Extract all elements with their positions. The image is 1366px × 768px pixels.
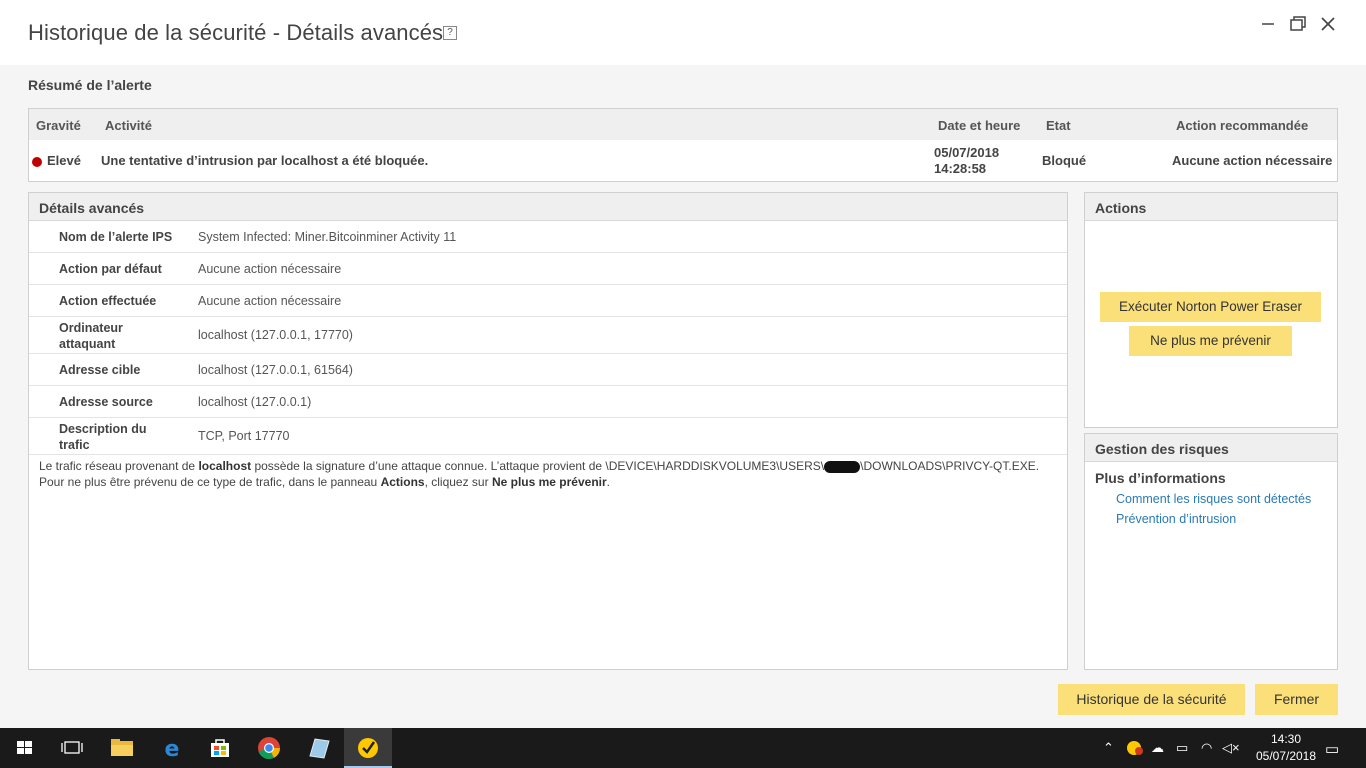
description-dont-warn-ref: Ne plus me prévenir [491,475,607,489]
more-info-title: Plus d’informations [1095,470,1226,486]
minimize-button[interactable] [1256,12,1280,36]
detail-label: Description du trafic [59,422,147,452]
col-severity: Gravité [36,118,81,133]
detail-label: Adresse cible [59,363,141,377]
description-text: Le trafic réseau provenant de [39,459,199,473]
battery-icon[interactable]: ▭ [1176,740,1188,756]
alert-description: Le trafic réseau provenant de localhost … [29,455,1067,490]
state-value: Bloqué [1042,153,1087,168]
close-window-button[interactable]: Fermer [1255,684,1338,715]
detail-value: TCP, Port 17770 [198,429,290,443]
svg-text:e: e [165,737,180,762]
restore-icon [1290,16,1306,31]
time-value: 14:28:58 [934,161,987,176]
clock-time[interactable]: 14:30 [1248,732,1324,746]
security-history-button[interactable]: Historique de la sécurité [1058,684,1245,715]
edge-button[interactable]: e [148,728,196,768]
alert-summary-table: Gravité Activité Date et heure Etat Acti… [28,108,1338,182]
taskbar: e ⌃ ☁ ▭ ◠ ◁× 14:30 05/07/2018 ▭ [0,728,1366,768]
detail-row: Nom de l’alerte IPS System Infected: Min… [29,221,1067,253]
detail-value: System Infected: Miner.Bitcoinminer Acti… [198,230,457,244]
notifications-icon[interactable]: ▭ [1325,740,1339,758]
severity-value: Elevé [47,153,81,168]
window-title: Historique de la sécurité - Détails avan… [28,20,444,45]
alert-summary-title: Résumé de l’alerte [28,77,152,93]
description-text: possède la signature d’une attaque connu… [251,459,825,473]
advanced-details-title: Détails avancés [29,193,1067,221]
app-button[interactable] [295,728,343,768]
file-explorer-button[interactable] [98,728,146,768]
recommended-action-value: Aucune action nécessaire [1172,153,1333,168]
col-recommended-action: Action recommandée [1176,118,1309,133]
chrome-button[interactable] [245,728,293,768]
detail-value: localhost (127.0.0.1, 17770) [198,328,353,342]
description-text: , cliquez sur [424,475,492,489]
dont-warn-me-button[interactable]: Ne plus me prévenir [1129,326,1292,356]
help-button[interactable]: ? [443,26,457,40]
task-view-button[interactable] [48,728,96,768]
start-button[interactable] [0,728,48,768]
detail-row: Action par défaut Aucune action nécessai… [29,253,1067,285]
intrusion-prevention-link[interactable]: Prévention d’intrusion [1116,512,1236,526]
redacted-username [824,460,861,473]
detail-row: Action effectuée Aucune action nécessair… [29,285,1067,317]
norton-button[interactable] [344,728,392,768]
activity-value: Une tentative d’intrusion par localhost … [101,153,429,168]
advanced-details-panel: Détails avancés Nom de l’alerte IPS Syst… [28,192,1068,670]
close-button[interactable] [1316,12,1340,36]
maximize-button[interactable] [1286,12,1310,36]
norton-icon [358,738,378,758]
volume-muted-icon[interactable]: ◁× [1222,740,1240,756]
col-activity: Activité [105,118,152,133]
date-value: 05/07/2018 [934,145,1000,160]
wifi-icon[interactable]: ◠ [1201,740,1212,756]
detail-value: Aucune action nécessaire [198,294,342,308]
run-norton-power-eraser-button[interactable]: Exécuter Norton Power Eraser [1100,292,1321,322]
close-icon [1321,17,1335,31]
edge-icon: e [165,737,180,762]
description-actions-ref: Actions [380,475,425,489]
detail-label: Action effectuée [59,294,157,308]
detail-row: Ordinateur attaquant localhost (127.0.0.… [29,317,1067,354]
norton-tray-icon[interactable] [1126,740,1144,759]
alert-table-header: Gravité Activité Date et heure Etat Acti… [29,109,1337,140]
description-text: . [606,475,610,489]
detail-value: localhost (127.0.0.1, 61564) [198,363,353,377]
risk-management-panel: Gestion des risques Plus d’informations … [1084,433,1338,670]
chrome-icon [258,737,280,760]
show-hidden-icons-icon[interactable]: ⌃ [1103,740,1114,756]
detail-row: Description du trafic TCP, Port 17770 [29,418,1067,455]
col-state: Etat [1046,118,1071,133]
description-source: localhost [198,459,252,473]
detail-label: Action par défaut [59,262,162,276]
store-button[interactable] [196,728,244,768]
detail-label: Adresse source [59,395,153,409]
detail-label: Ordinateur attaquant [59,321,123,351]
main-area: Résumé de l’alerte Gravité Activité Date… [0,65,1366,728]
windows-icon [17,741,32,754]
store-icon [211,739,229,757]
detail-label: Nom de l’alerte IPS [59,230,173,244]
actions-panel: Actions Exécuter Norton Power Eraser Ne … [1084,192,1338,428]
actions-title: Actions [1085,193,1337,221]
risk-detection-link[interactable]: Comment les risques sont détectés [1116,492,1311,506]
detail-value: localhost (127.0.0.1) [198,395,312,409]
detail-value: Aucune action nécessaire [198,262,342,276]
task-view-icon [61,741,83,754]
onedrive-icon[interactable]: ☁ [1151,740,1164,756]
risk-management-title: Gestion des risques [1085,434,1337,462]
clock-date[interactable]: 05/07/2018 [1248,749,1324,763]
minimize-icon [1262,23,1274,25]
detail-row: Adresse cible localhost (127.0.0.1, 6156… [29,354,1067,386]
title-bar: Historique de la sécurité - Détails avan… [0,0,1366,65]
col-date: Date et heure [938,118,1021,133]
detail-row: Adresse source localhost (127.0.0.1) [29,386,1067,418]
alert-row[interactable]: Elevé Une tentative d’intrusion par loca… [29,140,1337,182]
notebook-app-icon [309,738,330,759]
severity-high-icon [32,157,42,167]
folder-icon [111,739,133,756]
